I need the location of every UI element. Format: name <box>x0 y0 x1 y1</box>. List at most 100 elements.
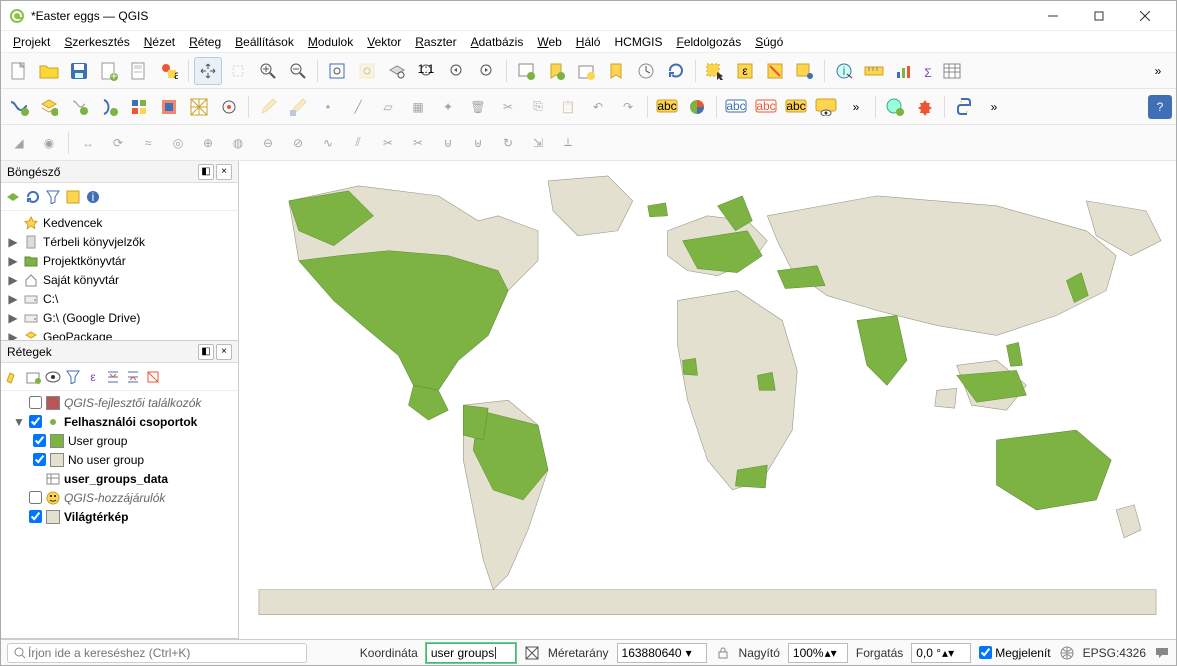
paste-icon[interactable]: 📋 <box>554 93 582 121</box>
sum-icon[interactable]: Σ <box>920 62 936 80</box>
layer-row[interactable]: QGIS-fejlesztői találkozók <box>1 393 238 412</box>
browser-filter-icon[interactable] <box>45 189 61 205</box>
locator-search[interactable] <box>7 643 307 663</box>
add-point-icon[interactable]: • <box>314 93 342 121</box>
statistics-icon[interactable] <box>890 57 918 85</box>
close-button[interactable] <box>1122 1 1168 31</box>
label-hide-icon[interactable]: abc <box>752 93 780 121</box>
new-memory-icon[interactable] <box>155 93 183 121</box>
zoom-last-icon[interactable] <box>443 57 471 85</box>
cut-icon[interactable]: ✂ <box>494 93 522 121</box>
new-print-layout-icon[interactable]: + <box>95 57 123 85</box>
menu-modulok[interactable]: Modulok <box>302 33 359 51</box>
simplify-icon[interactable]: ≈ <box>134 129 162 157</box>
offset-curve-icon[interactable]: ⫽ <box>344 129 372 157</box>
menu-raszter[interactable]: Raszter <box>409 33 462 51</box>
zoom-native-icon[interactable]: 1:1 <box>413 57 441 85</box>
save-edits-icon[interactable] <box>284 93 312 121</box>
manage-visibility-icon[interactable] <box>45 369 61 385</box>
layers-undock-icon[interactable]: ◧ <box>198 344 214 360</box>
minimize-button[interactable] <box>1030 1 1076 31</box>
copy-icon[interactable]: ⎘ <box>524 93 552 121</box>
identify-icon[interactable]: i <box>830 57 858 85</box>
label-show-icon[interactable] <box>812 93 840 121</box>
rotation-input[interactable]: 0,0 °▴▾ <box>911 643 971 663</box>
menu-projekt[interactable]: Projekt <box>7 33 56 51</box>
toolbar-overflow-icon[interactable]: » <box>1144 57 1172 85</box>
browser-collapse-icon[interactable] <box>65 189 81 205</box>
menu-szerkesztes[interactable]: Szerkesztés <box>58 33 135 51</box>
layers-panel-header[interactable]: Rétegek ◧ × <box>1 341 238 363</box>
layer-visibility-checkbox[interactable] <box>33 434 46 447</box>
browser-item[interactable]: ▶G:\ (Google Drive) <box>1 308 238 327</box>
offset-point-icon[interactable]: ⇲ <box>524 129 552 157</box>
new-geopackage-icon[interactable] <box>35 93 63 121</box>
label-move-icon[interactable]: abc <box>722 93 750 121</box>
menu-beallitasok[interactable]: Beállítások <box>229 33 300 51</box>
menu-adatbazis[interactable]: Adatbázis <box>465 33 530 51</box>
plugin-manager-icon[interactable] <box>911 93 939 121</box>
magnifier-input[interactable]: 100%▴▾ <box>788 643 848 663</box>
crs-text[interactable]: EPSG:4326 <box>1083 646 1146 660</box>
layer-row[interactable]: Világtérkép <box>1 507 238 526</box>
zoom-full-icon[interactable] <box>323 57 351 85</box>
delete-selected-icon[interactable]: 🗑 <box>464 93 492 121</box>
cad-tools-icon[interactable]: ◢ <box>5 129 33 157</box>
render-toggle[interactable]: Megjelenít <box>979 646 1050 660</box>
menu-sugo[interactable]: Súgó <box>749 33 789 51</box>
merge-features-icon[interactable]: ⊍ <box>434 129 462 157</box>
measure-icon[interactable] <box>860 57 888 85</box>
toolbar2-overflow-icon[interactable]: » <box>842 93 870 121</box>
new-project-icon[interactable] <box>5 57 33 85</box>
browser-refresh-icon[interactable] <box>25 189 41 205</box>
redo-icon[interactable]: ↷ <box>614 93 642 121</box>
browser-close-icon[interactable]: × <box>216 164 232 180</box>
layer-visibility-checkbox[interactable] <box>29 510 42 523</box>
lock-scale-icon[interactable] <box>715 645 731 661</box>
scale-input[interactable]: 163880640▾ <box>617 643 707 663</box>
browser-item[interactable]: ▶GeoPackage <box>1 327 238 340</box>
pan-to-selection-icon[interactable] <box>224 57 252 85</box>
locator-input[interactable] <box>28 646 302 660</box>
layer-row[interactable]: User group <box>1 431 238 450</box>
layer-styling-icon[interactable] <box>5 369 21 385</box>
pan-icon[interactable] <box>194 57 222 85</box>
zoom-next-icon[interactable] <box>473 57 501 85</box>
rotate-point-icon[interactable]: ↻ <box>494 129 522 157</box>
menu-web[interactable]: Web <box>531 33 567 51</box>
refresh-icon[interactable] <box>632 57 660 85</box>
layout-manager-icon[interactable] <box>125 57 153 85</box>
maximize-button[interactable] <box>1076 1 1122 31</box>
add-polygon-icon[interactable]: ▱ <box>374 93 402 121</box>
help-icon[interactable]: ? <box>1148 95 1172 119</box>
render-checkbox[interactable] <box>979 646 992 659</box>
messages-icon[interactable] <box>1154 645 1170 661</box>
edit-pencil-icon[interactable] <box>254 93 282 121</box>
layers-close-icon[interactable]: × <box>216 344 232 360</box>
expand-all-icon[interactable] <box>105 369 121 385</box>
new-mesh-icon[interactable] <box>185 93 213 121</box>
browser-item[interactable]: Kedvencek <box>1 213 238 232</box>
new-bookmark-icon[interactable] <box>542 57 570 85</box>
select-features-icon[interactable] <box>701 57 729 85</box>
vertex-tool-icon[interactable]: ✦ <box>434 93 462 121</box>
map-canvas[interactable] <box>239 161 1176 639</box>
open-project-icon[interactable] <box>35 57 63 85</box>
browser-item[interactable]: ▶Projektkönyvtár <box>1 251 238 270</box>
crs-icon[interactable] <box>1059 645 1075 661</box>
zoom-selection-icon[interactable] <box>353 57 381 85</box>
python-console-icon[interactable] <box>950 93 978 121</box>
temporal-controller-icon[interactable] <box>572 57 600 85</box>
spatial-bookmarks-icon[interactable] <box>602 57 630 85</box>
add-ring-icon[interactable]: ◎ <box>164 129 192 157</box>
menu-vektor[interactable]: Vektor <box>361 33 407 51</box>
select-all-icon[interactable] <box>791 57 819 85</box>
layer-row[interactable]: No user group <box>1 450 238 469</box>
diagram-icon[interactable] <box>683 93 711 121</box>
save-project-icon[interactable] <box>65 57 93 85</box>
style-manager-icon[interactable]: a <box>155 57 183 85</box>
reload-icon[interactable] <box>662 57 690 85</box>
browser-item[interactable]: ▶Saját könyvtár <box>1 270 238 289</box>
label-pin-icon[interactable]: abc <box>782 93 810 121</box>
browser-panel-header[interactable]: Böngésző ◧ × <box>1 161 238 183</box>
